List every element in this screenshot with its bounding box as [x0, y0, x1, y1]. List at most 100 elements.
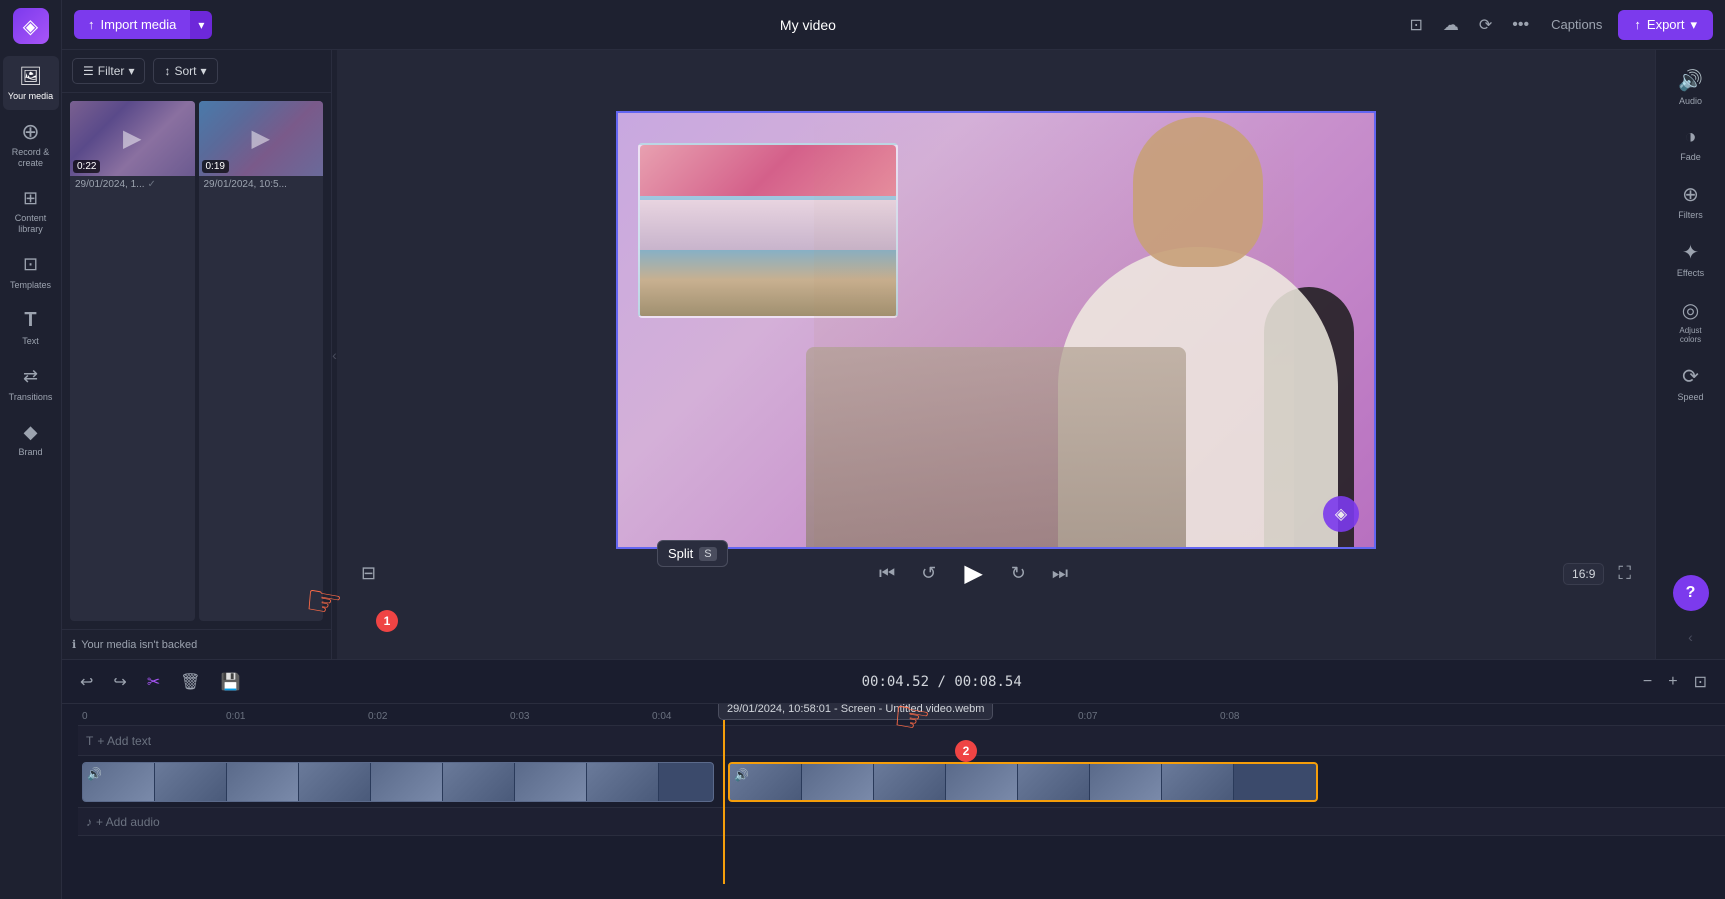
- app-logo[interactable]: ◈: [13, 8, 49, 44]
- media-backup-warning: ℹ Your media isn't backed: [62, 629, 331, 659]
- media-panel: ☰ Filter ▾ ↕ Sort ▾ ▶ 0:22: [62, 50, 332, 659]
- media-grid: ▶ 0:22 29/01/2024, 1... ✓ ▶: [62, 93, 331, 629]
- timeline-ruler: 0 0:01 0:02 0:03 0:04 0:05 0:06 0:07 0:0…: [78, 704, 1725, 726]
- cloud-button[interactable]: ☁: [1437, 9, 1465, 41]
- sidebar-item-brand-kit[interactable]: ◆ Brand: [3, 412, 59, 466]
- captions-button[interactable]: Captions: [1543, 11, 1610, 38]
- preview-center-controls: ⏮ ↺ ▶ ↻ ⏭: [871, 555, 1076, 592]
- your-media-icon: 🖼: [19, 64, 43, 88]
- preview-controls: ⊟ ⏮ ↺ ▶ ↻ ⏭ 16:9 ⛶: [337, 549, 1655, 598]
- undo-timeline-button[interactable]: ↩: [74, 668, 99, 696]
- panel-collapse-button[interactable]: ‹: [1684, 625, 1697, 649]
- ruler-mark-5: 0:05: [794, 711, 813, 722]
- app-header: ↑ Import media ▾ My video ⊡ ☁ ⟳ ••• Capt…: [62, 0, 1725, 50]
- workspace: ☰ Filter ▾ ↕ Sort ▾ ▶ 0:22: [62, 50, 1725, 659]
- audio-track-icon-2: 🔊: [734, 768, 749, 782]
- sidebar-item-label: Text: [22, 336, 39, 347]
- sidebar-item-your-media[interactable]: 🖼 Your media: [3, 56, 59, 110]
- undo-button[interactable]: ⟳: [1473, 9, 1498, 41]
- rpanel-label: Filters: [1678, 210, 1703, 220]
- import-media-dropdown[interactable]: ▾: [190, 11, 212, 39]
- split-tooltip: Split S: [657, 540, 728, 567]
- sidebar-item-transitions[interactable]: ⇄ Transitions: [3, 357, 59, 411]
- crop-tool-button[interactable]: ⊡: [1403, 9, 1428, 41]
- sidebar-item-label: Transitions: [9, 392, 53, 403]
- media-thumbnail[interactable]: ▶ 0:22 29/01/2024, 1... ✓: [70, 101, 195, 621]
- caption-toggle-button[interactable]: ⊟: [353, 559, 384, 588]
- help-button[interactable]: ?: [1673, 575, 1709, 611]
- timeline-gutter: [62, 704, 78, 899]
- redo-timeline-button[interactable]: ↪: [107, 668, 132, 696]
- ruler-mark-2: 0:02: [368, 711, 387, 722]
- sidebar-item-label: Record & create: [7, 147, 55, 169]
- skip-forward-button[interactable]: ⏭: [1044, 559, 1076, 588]
- sidebar-item-label: Content library: [7, 213, 55, 235]
- skip-back-button[interactable]: ⏮: [871, 559, 903, 588]
- play-button[interactable]: ▶: [954, 555, 992, 592]
- sidebar-item-templates[interactable]: ⊡ Templates: [3, 245, 59, 299]
- playhead[interactable]: [723, 704, 725, 884]
- text-track: T + Add text 29/01/2024, 10:58:01 - Scre…: [78, 726, 1725, 756]
- media-toolbar: ☰ Filter ▾ ↕ Sort ▾: [62, 50, 331, 93]
- preview-video[interactable]: ◈: [616, 111, 1376, 549]
- ruler-mark-6: 0:06: [936, 711, 955, 722]
- speed-icon: ⟳: [1682, 364, 1699, 389]
- import-media-button[interactable]: ↑ Import media: [74, 10, 190, 39]
- thumb-date: 29/01/2024, 10:5...: [199, 176, 324, 193]
- content-library-icon: ⊞: [19, 186, 43, 210]
- rpanel-filters[interactable]: ⊕ Filters: [1660, 174, 1722, 228]
- add-text-button[interactable]: T + Add text: [78, 731, 159, 751]
- rewind-button[interactable]: ↺: [913, 559, 944, 588]
- delete-button[interactable]: 🗑: [174, 668, 206, 696]
- import-icon: ↑: [88, 17, 95, 32]
- video-segment-2[interactable]: 🔊: [728, 762, 1318, 802]
- record-create-icon: ⊕: [19, 120, 43, 144]
- right-panel: 🔊 Audio ◑ Fade ⊕ Filters ✦ Effects ◎ Adj…: [1655, 50, 1725, 659]
- video-segment-1[interactable]: 🔊: [82, 762, 714, 802]
- forward-button[interactable]: ↻: [1003, 559, 1034, 588]
- sort-button[interactable]: ↕ Sort ▾: [153, 58, 217, 84]
- save-button[interactable]: 💾: [215, 668, 247, 696]
- transitions-icon: ⇄: [19, 365, 43, 389]
- sidebar-item-content-library[interactable]: ⊞ Content library: [3, 178, 59, 243]
- rpanel-audio[interactable]: 🔊 Audio: [1660, 60, 1722, 114]
- rpanel-label: Adjustcolors: [1679, 326, 1701, 344]
- rpanel-label: Effects: [1677, 268, 1704, 278]
- media-thumbnail[interactable]: ▶ 0:19 29/01/2024, 10:5...: [199, 101, 324, 621]
- preview-left-controls: ⊟: [353, 559, 384, 588]
- thumb-duration: 0:19: [202, 160, 229, 173]
- rpanel-fade[interactable]: ◑ Fade: [1660, 118, 1722, 170]
- zoom-out-button[interactable]: −: [1637, 670, 1658, 694]
- split-shortcut: S: [699, 547, 716, 561]
- rpanel-speed[interactable]: ⟳ Speed: [1660, 356, 1722, 410]
- rpanel-label: Fade: [1680, 152, 1701, 162]
- sidebar-item-record-create[interactable]: ⊕ Record & create: [3, 112, 59, 177]
- export-icon: ↑: [1634, 17, 1641, 32]
- fullscreen-button[interactable]: ⛶: [1610, 559, 1639, 588]
- filter-icon: ☰: [83, 64, 94, 78]
- cut-button[interactable]: ✂: [141, 668, 166, 696]
- main-video-track: 🔊 🔊: [78, 756, 1725, 808]
- rpanel-effects[interactable]: ✦ Effects: [1660, 232, 1722, 286]
- filter-button[interactable]: ☰ Filter ▾: [72, 58, 145, 84]
- ruler-mark-1: 0:01: [226, 711, 245, 722]
- sidebar-item-label: Your media: [8, 91, 53, 102]
- more-options-button[interactable]: •••: [1506, 10, 1535, 40]
- aspect-ratio-badge[interactable]: 16:9: [1563, 563, 1604, 585]
- sort-icon: ↕: [164, 64, 170, 78]
- ruler-mark-0: 0: [82, 711, 88, 722]
- sidebar-item-text[interactable]: T Text: [3, 301, 59, 355]
- rpanel-adjust-colors[interactable]: ◎ Adjustcolors: [1660, 290, 1722, 352]
- export-button[interactable]: ↑ Export ▾: [1618, 10, 1713, 40]
- ruler-mark-8: 0:08: [1220, 711, 1239, 722]
- zoom-fit-button[interactable]: ⊡: [1688, 669, 1713, 695]
- add-audio-button[interactable]: ♪ + Add audio: [78, 812, 168, 832]
- info-icon: ℹ: [72, 638, 76, 651]
- project-title-input[interactable]: My video: [770, 11, 846, 39]
- timeline-tracks: 0 0:01 0:02 0:03 0:04 0:05 0:06 0:07 0:0…: [78, 704, 1725, 899]
- preview-area: Split S: [337, 50, 1655, 659]
- templates-icon: ⊡: [19, 253, 43, 277]
- time-display: 00:04.52 / 00:08.54: [254, 674, 1628, 690]
- zoom-in-button[interactable]: +: [1662, 670, 1683, 694]
- timeline-toolbar: ↩ ↪ ✂ 🗑 💾 00:04.52 / 00:08.54 − + ⊡: [62, 660, 1725, 704]
